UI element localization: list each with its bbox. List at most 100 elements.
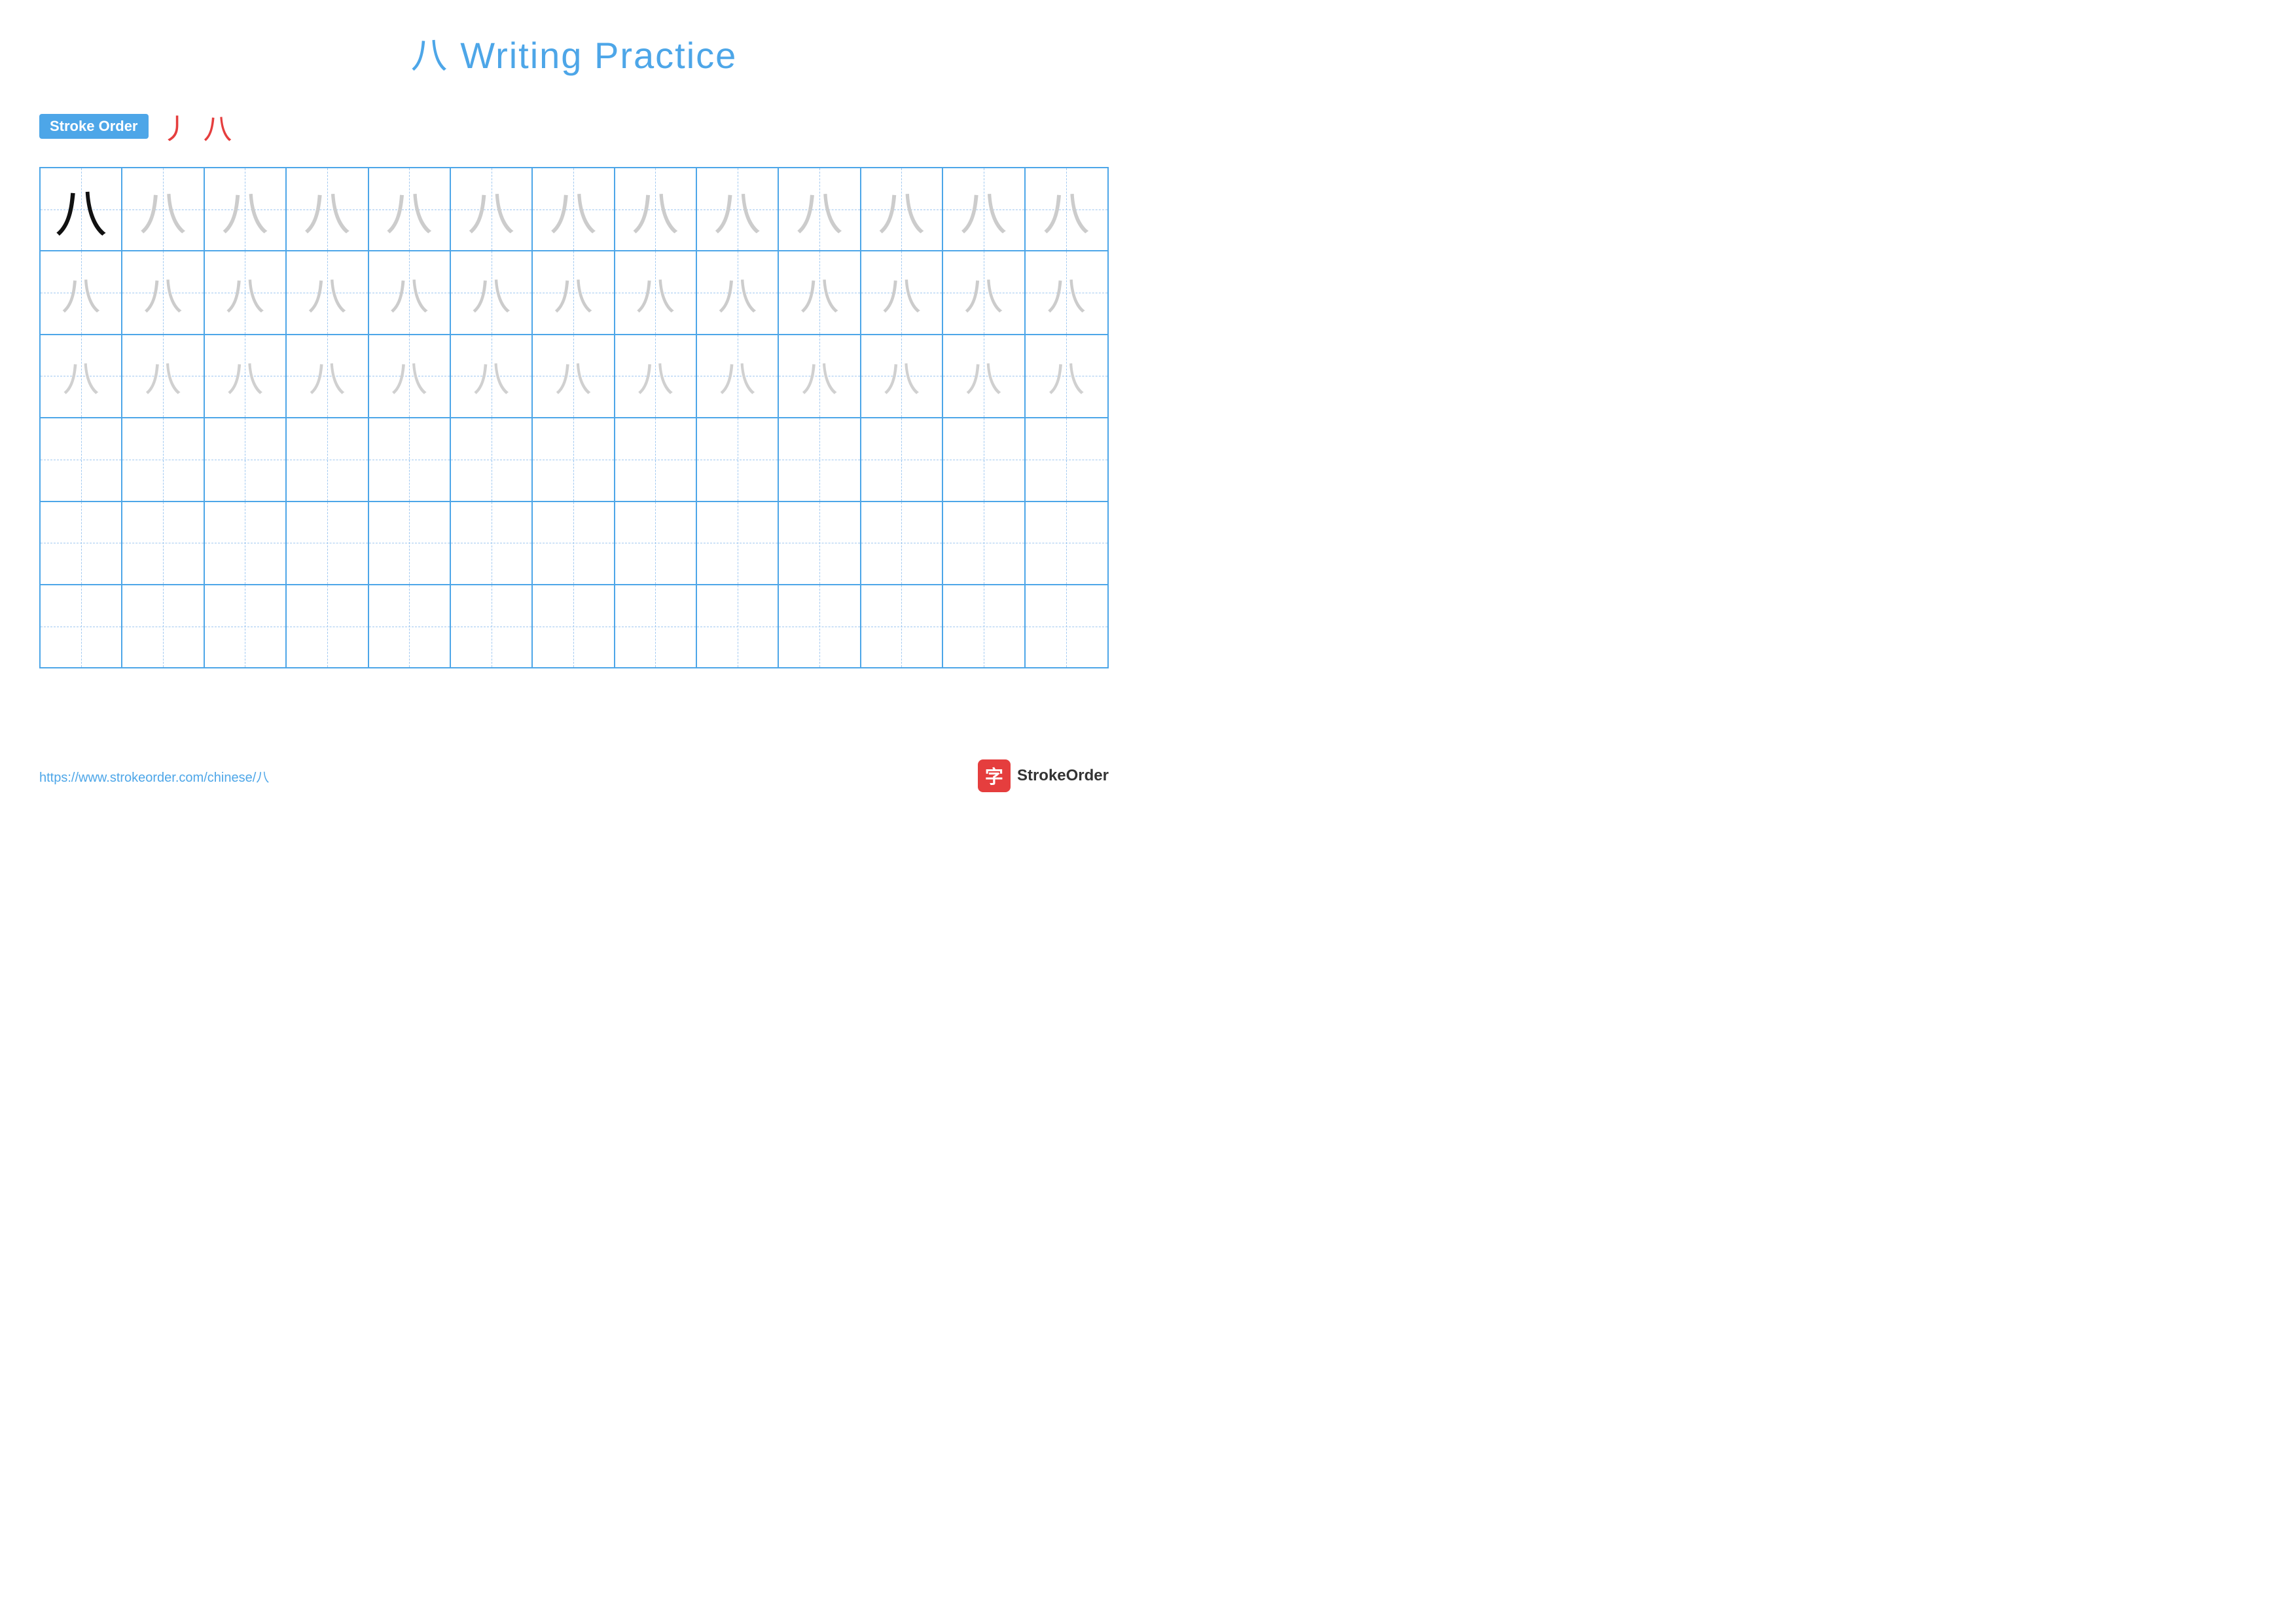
grid-cell[interactable]: 八 bbox=[287, 335, 368, 417]
grid-cell[interactable]: 八 bbox=[122, 251, 204, 333]
grid-cell[interactable]: 八 bbox=[697, 335, 779, 417]
grid-cell-empty[interactable] bbox=[861, 585, 943, 667]
grid-cell-empty[interactable] bbox=[369, 502, 451, 584]
grid-cell[interactable]: 八 bbox=[369, 251, 451, 333]
grid-cell-empty[interactable] bbox=[287, 418, 368, 500]
grid-cell[interactable]: 八 bbox=[205, 335, 287, 417]
grid-cell[interactable]: 八 bbox=[533, 168, 615, 250]
grid-cell-empty[interactable] bbox=[451, 502, 533, 584]
grid-cell[interactable]: 八 bbox=[369, 335, 451, 417]
grid-cell-empty[interactable] bbox=[205, 502, 287, 584]
grid-cell-empty[interactable] bbox=[369, 585, 451, 667]
grid-cell-empty[interactable] bbox=[1026, 502, 1107, 584]
grid-cell-empty[interactable] bbox=[122, 585, 204, 667]
char-ghost: 八 bbox=[309, 350, 346, 403]
grid-cell[interactable]: 八 bbox=[451, 251, 533, 333]
grid-cell-empty[interactable] bbox=[943, 418, 1025, 500]
char-ghost: 八 bbox=[139, 175, 187, 244]
grid-cell-empty[interactable] bbox=[122, 418, 204, 500]
grid-cell-empty[interactable] bbox=[533, 502, 615, 584]
char-ghost: 八 bbox=[878, 175, 925, 244]
grid-cell[interactable]: 八 bbox=[451, 168, 533, 250]
grid-cell[interactable]: 八 bbox=[779, 251, 861, 333]
grid-cell-empty[interactable] bbox=[533, 418, 615, 500]
footer: https://www.strokeorder.com/chinese/八 字 … bbox=[39, 759, 1109, 792]
grid-cell-empty[interactable] bbox=[615, 585, 697, 667]
grid-cell-empty[interactable] bbox=[615, 418, 697, 500]
char-ghost: 八 bbox=[304, 175, 351, 244]
grid-cell-main[interactable]: 八 bbox=[41, 168, 122, 250]
char-ghost: 八 bbox=[145, 350, 181, 403]
grid-cell-empty[interactable] bbox=[779, 418, 861, 500]
grid-cell-empty[interactable] bbox=[697, 585, 779, 667]
char-ghost: 八 bbox=[964, 264, 1003, 321]
grid-cell[interactable]: 八 bbox=[122, 168, 204, 250]
grid-row: 八 八 八 八 八 八 八 八 八 八 八 八 八 bbox=[41, 251, 1107, 335]
grid-cell-empty[interactable] bbox=[615, 502, 697, 584]
logo-icon: 字 bbox=[978, 759, 1011, 792]
grid-cell[interactable]: 八 bbox=[861, 335, 943, 417]
grid-cell[interactable]: 八 bbox=[615, 168, 697, 250]
grid-cell[interactable]: 八 bbox=[533, 335, 615, 417]
grid-cell-empty[interactable] bbox=[451, 585, 533, 667]
char-ghost: 八 bbox=[800, 264, 839, 321]
grid-cell-empty[interactable] bbox=[1026, 418, 1107, 500]
grid-cell-empty[interactable] bbox=[943, 502, 1025, 584]
stroke-order-section: Stroke Order 丿 八 bbox=[39, 105, 1109, 147]
grid-cell-empty[interactable] bbox=[205, 418, 287, 500]
grid-cell-empty[interactable] bbox=[697, 418, 779, 500]
grid-cell-empty[interactable] bbox=[451, 418, 533, 500]
grid-cell[interactable]: 八 bbox=[1026, 251, 1107, 333]
grid-cell-empty[interactable] bbox=[861, 418, 943, 500]
char-ghost: 八 bbox=[1048, 350, 1085, 403]
grid-cell-empty[interactable] bbox=[861, 502, 943, 584]
grid-cell-empty[interactable] bbox=[369, 418, 451, 500]
stroke1-preview: 丿 bbox=[162, 105, 190, 147]
grid-cell-empty[interactable] bbox=[41, 585, 122, 667]
grid-cell[interactable]: 八 bbox=[1026, 335, 1107, 417]
grid-cell-empty[interactable] bbox=[287, 502, 368, 584]
grid-cell[interactable]: 八 bbox=[779, 168, 861, 250]
grid-cell[interactable]: 八 bbox=[943, 335, 1025, 417]
grid-cell[interactable]: 八 bbox=[122, 335, 204, 417]
grid-cell[interactable]: 八 bbox=[861, 168, 943, 250]
grid-cell-empty[interactable] bbox=[1026, 585, 1107, 667]
grid-cell-empty[interactable] bbox=[779, 585, 861, 667]
grid-cell[interactable]: 八 bbox=[205, 168, 287, 250]
grid-cell[interactable]: 八 bbox=[1026, 168, 1107, 250]
grid-cell[interactable]: 八 bbox=[287, 251, 368, 333]
char-ghost: 八 bbox=[1043, 175, 1090, 244]
grid-cell[interactable]: 八 bbox=[41, 251, 122, 333]
grid-cell[interactable]: 八 bbox=[943, 168, 1025, 250]
grid-cell-empty[interactable] bbox=[41, 502, 122, 584]
grid-cell-empty[interactable] bbox=[122, 502, 204, 584]
grid-row-empty bbox=[41, 585, 1107, 667]
grid-cell[interactable]: 八 bbox=[697, 251, 779, 333]
grid-cell[interactable]: 八 bbox=[451, 335, 533, 417]
char-ghost: 八 bbox=[1047, 264, 1086, 321]
char-ghost: 八 bbox=[386, 175, 433, 244]
char-ghost: 八 bbox=[719, 350, 756, 403]
grid-cell[interactable]: 八 bbox=[533, 251, 615, 333]
grid-cell[interactable]: 八 bbox=[779, 335, 861, 417]
grid-cell[interactable]: 八 bbox=[615, 335, 697, 417]
grid-cell[interactable]: 八 bbox=[943, 251, 1025, 333]
char-ghost: 八 bbox=[632, 175, 679, 244]
footer-url[interactable]: https://www.strokeorder.com/chinese/八 bbox=[39, 767, 269, 786]
grid-cell[interactable]: 八 bbox=[369, 168, 451, 250]
grid-cell[interactable]: 八 bbox=[615, 251, 697, 333]
grid-cell[interactable]: 八 bbox=[861, 251, 943, 333]
grid-cell-empty[interactable] bbox=[205, 585, 287, 667]
grid-cell-empty[interactable] bbox=[697, 502, 779, 584]
grid-cell-empty[interactable] bbox=[533, 585, 615, 667]
grid-row: 八 八 八 八 八 八 八 八 八 八 八 八 八 bbox=[41, 168, 1107, 251]
grid-cell[interactable]: 八 bbox=[287, 168, 368, 250]
grid-cell-empty[interactable] bbox=[779, 502, 861, 584]
grid-cell[interactable]: 八 bbox=[697, 168, 779, 250]
char-ghost: 八 bbox=[960, 175, 1007, 244]
grid-cell-empty[interactable] bbox=[943, 585, 1025, 667]
grid-cell[interactable]: 八 bbox=[41, 335, 122, 417]
grid-cell-empty[interactable] bbox=[287, 585, 368, 667]
grid-cell-empty[interactable] bbox=[41, 418, 122, 500]
grid-cell[interactable]: 八 bbox=[205, 251, 287, 333]
